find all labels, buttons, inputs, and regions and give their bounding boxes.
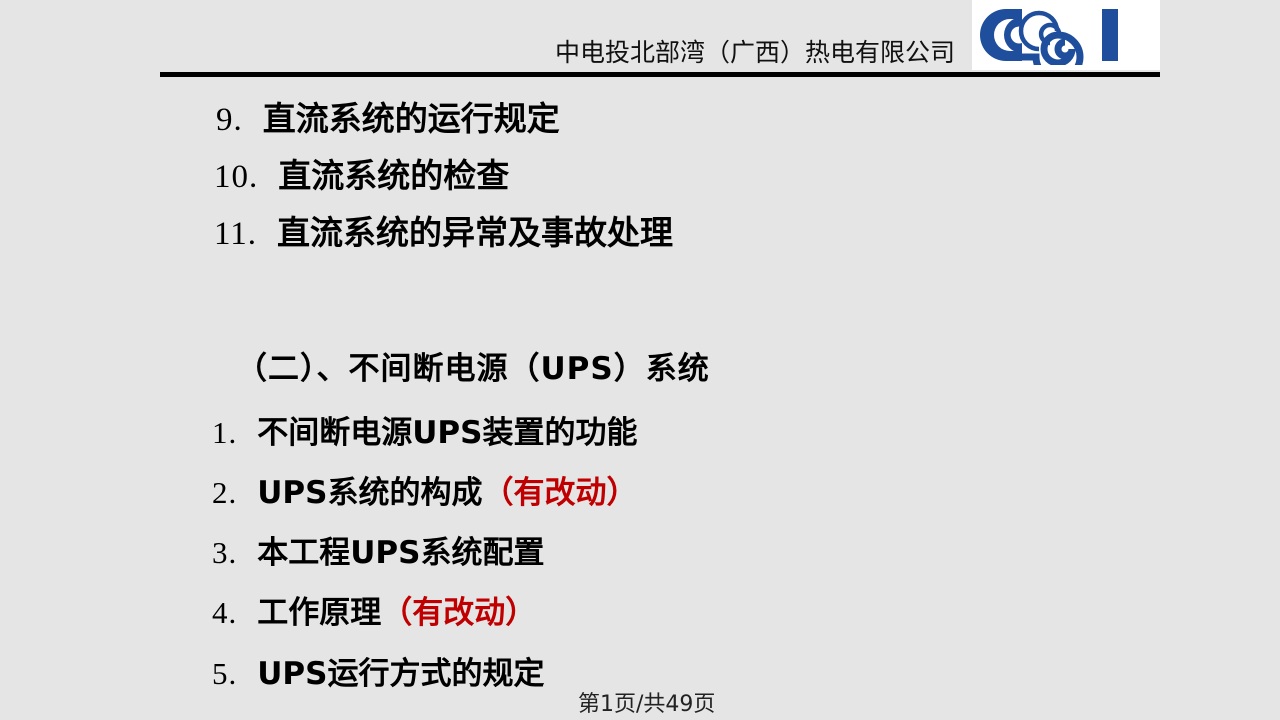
list-item-text: 直流系统的运行规定 [262,99,560,138]
list-item-number: 2. [212,475,238,510]
list-item-number: 5. [212,656,238,691]
list-item: 5. UPS运行方式的规定 [212,658,544,690]
list-item-number: 3. [212,535,238,570]
list-item-number: 11. [214,216,258,252]
list-item-text: 工作原理 [257,595,382,631]
company-logo [972,0,1160,70]
slide-content: 9. 直流系统的运行规定 10. 直流系统的检查 11. 直流系统的异常及事故处理 （… [0,80,1280,720]
list-item-number: 10. [214,159,259,195]
list-item: 2. UPS系统的构成（有改动） [212,477,637,509]
section-heading: （二）、不间断电源（UPS）系统 [236,351,710,387]
list-item: 3. 本工程UPS系统配置 [212,537,544,569]
list-item: 9. 直流系统的运行规定 [216,102,560,137]
slide-header: 中电投北部湾（广西）热电有限公司 [0,0,1280,80]
list-item-text: UPS系统的构成 [257,475,483,511]
list-item-text: 直流系统的异常及事故处理 [277,213,674,252]
list-item: 4. 工作原理（有改动） [212,597,536,629]
list-item-text: UPS运行方式的规定 [257,656,545,692]
cpi-logo-icon [980,9,1118,65]
list-item-number: 9. [216,102,243,138]
list-item-number: 4. [212,595,238,630]
list-item: 11. 直流系统的异常及事故处理 [214,216,673,251]
list-item-number: 1. [212,415,238,450]
list-item-text: 直流系统的检查 [278,156,510,195]
list-item-text: 本工程UPS系统配置 [257,535,545,571]
list-item-text: 不间断电源UPS装置的功能 [257,415,638,451]
page-indicator: 第1页/共49页 [578,692,716,717]
header-divider-line [160,72,1160,77]
list-item: 10. 直流系统的检查 [214,159,509,194]
list-item: 1. 不间断电源UPS装置的功能 [212,417,637,449]
slide-canvas: 中电投北部湾（广西）热电有限公司 9. 直流系统的运行规定 10. 直流系统的检… [0,0,1280,720]
list-item-note: （有改动） [482,475,638,511]
list-item-note: （有改动） [381,595,537,631]
company-name: 中电投北部湾（广西）热电有限公司 [554,39,955,67]
